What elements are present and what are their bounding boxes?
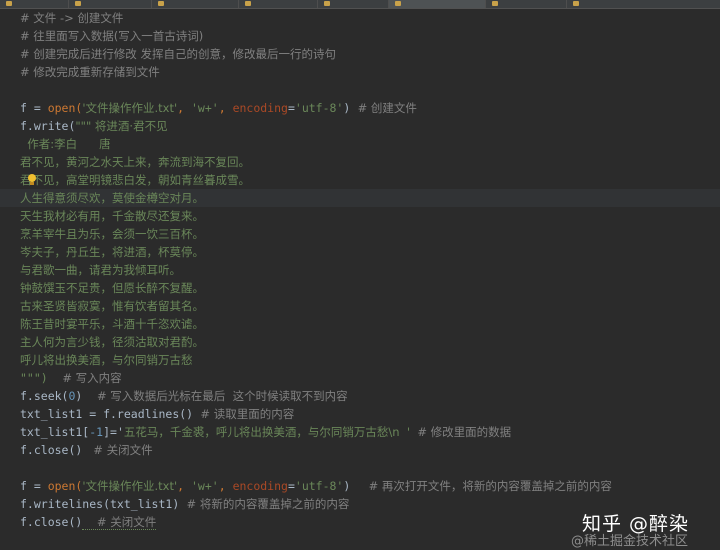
editor-tab-bar: [0, 0, 720, 9]
punctuation: ,: [177, 479, 191, 493]
code-text: =: [287, 479, 295, 493]
code-line: # 修改完成重新存储到文件: [0, 63, 720, 81]
code-text: f.close(): [20, 515, 83, 529]
string-literal: '文件操作作业.txt': [82, 479, 178, 493]
code-line: f.write(""" 将进酒·君不见: [0, 117, 720, 135]
string-line: 古来圣贤皆寂寞，惟有饮者留其名。: [20, 299, 204, 313]
code-line: f = open('文件操作作业.txt', 'w+', encoding='u…: [0, 477, 720, 495]
python-file-icon: [324, 1, 330, 6]
punctuation: ,: [218, 479, 233, 493]
string-line: 岑夫子，丹丘生，将进酒，杯莫停。: [20, 245, 204, 259]
number-literal: -1: [89, 425, 104, 439]
string-literal: 'utf-8': [294, 479, 344, 493]
python-file-icon: [158, 1, 164, 6]
comment: # 创建文件: [350, 101, 417, 115]
code-text: =: [287, 101, 295, 115]
code-editor[interactable]: # 文件 -> 创建文件 # 往里面写入数据(写入一首古诗词) # 创建完成后进…: [0, 9, 720, 550]
code-text: f =: [20, 101, 48, 115]
string-line: 与君歌一曲，请君为我倾耳听。: [20, 263, 181, 277]
comment: # 写入数据后光标在最后 这个时候读取不到内容: [82, 389, 348, 403]
editor-tab[interactable]: [69, 0, 152, 8]
string-literal: 'w+': [191, 479, 219, 493]
code-text: f.writelines(txt_list1): [20, 497, 180, 511]
code-line: f.seek(0) # 写入数据后光标在最后 这个时候读取不到内容: [0, 387, 720, 405]
punctuation: ,: [177, 101, 191, 115]
comment: # 读取里面的内容: [193, 407, 295, 421]
code-text: f.write(: [20, 119, 76, 133]
string-line: 君不见，黄河之水天上来，奔流到海不复回。: [20, 155, 250, 169]
comment: # 创建完成后进行修改 发挥自己的创意，修改最后一行的诗句: [20, 47, 336, 61]
editor-tab[interactable]: [318, 0, 389, 8]
comment: # 写入内容: [47, 371, 122, 385]
string-line: 主人何为言少钱，径须沽取对君酌。: [20, 335, 204, 349]
editor-tab[interactable]: [567, 0, 720, 8]
code-line: txt_list1[-1]='五花马，千金裘，呼儿将出换美酒，与尔同销万古愁\n…: [0, 423, 720, 441]
comment: # 将新的内容覆盖掉之前的内容: [179, 497, 350, 511]
comment: # 修改里面的数据: [410, 425, 512, 439]
editor-tab[interactable]: [0, 0, 69, 8]
comment: # 修改完成重新存储到文件: [20, 65, 160, 79]
builtin-open: open(: [47, 101, 83, 115]
string-line: 人生得意须尽欢，莫使金樽空对月。: [0, 189, 720, 207]
comment: # 关闭文件: [82, 443, 153, 457]
lightbulb-icon[interactable]: [27, 174, 37, 186]
code-text: txt_list1 = f.readlines(): [20, 407, 194, 421]
builtin-open: open(: [47, 479, 83, 493]
string-line: 天生我材必有用，千金散尽还复来。: [20, 209, 204, 223]
string-literal: '文件操作作业.txt': [82, 101, 178, 115]
code-line: """) # 写入内容: [0, 369, 720, 387]
python-file-icon: [245, 1, 251, 6]
python-file-icon: [573, 1, 579, 6]
string-literal: 'w+': [191, 101, 219, 115]
code-text: ]=': [103, 425, 124, 439]
keyword-argument: encoding: [232, 479, 288, 493]
python-file-icon: [75, 1, 81, 6]
string-line: 君不见，高堂明镜悲白发，朝如青丝暮成雪。: [20, 173, 250, 187]
editor-tab-active[interactable]: [389, 0, 486, 8]
code-line: f.close() # 关闭文件: [0, 441, 720, 459]
python-file-icon: [395, 1, 401, 6]
string-literal: """ 将进酒·君不见: [75, 119, 168, 133]
code-line: txt_list1 = f.readlines() # 读取里面的内容: [0, 405, 720, 423]
string-literal: 五花马，千金裘，呼儿将出换美酒，与尔同销万古愁\n ': [123, 425, 411, 439]
string-line: 烹羊宰牛且为乐，会须一饮三百杯。: [20, 227, 204, 241]
string-line: 呼儿将出换美酒，与尔同销万古愁: [20, 353, 193, 367]
string-line: 作者:李白 唐: [20, 137, 111, 151]
code-line: f = open('文件操作作业.txt', 'w+', encoding='u…: [0, 99, 720, 117]
python-file-icon: [6, 1, 12, 6]
string-literal: """): [20, 371, 48, 385]
juejin-watermark: @稀土掘金技术社区: [571, 534, 689, 549]
code-line: # 创建完成后进行修改 发挥自己的创意，修改最后一行的诗句: [0, 45, 720, 63]
code-text: txt_list1[: [20, 425, 90, 439]
string-line: 陈王昔时宴平乐，斗酒十千恣欢谑。: [20, 317, 204, 331]
python-file-icon: [492, 1, 498, 6]
editor-tab[interactable]: [239, 0, 318, 8]
string-line: 钟鼓馔玉不足贵，但愿长醉不复醒。: [20, 281, 204, 295]
editor-tab[interactable]: [486, 0, 567, 8]
keyword-argument: encoding: [232, 101, 288, 115]
punctuation: ,: [218, 101, 233, 115]
comment: # 往里面写入数据(写入一首古诗词): [20, 29, 204, 43]
code-text: f.close(): [20, 443, 83, 457]
comment: # 再次打开文件，将新的内容覆盖掉之前的内容: [350, 479, 612, 493]
code-line: # 往里面写入数据(写入一首古诗词): [0, 27, 720, 45]
code-text: f.seek(: [20, 389, 69, 403]
code-text: f =: [20, 479, 48, 493]
comment: # 关闭文件: [82, 515, 157, 530]
editor-tab[interactable]: [152, 0, 239, 8]
comment: # 文件 -> 创建文件: [20, 11, 124, 25]
string-literal: 'utf-8': [294, 101, 344, 115]
code-line: # 文件 -> 创建文件: [0, 9, 720, 27]
